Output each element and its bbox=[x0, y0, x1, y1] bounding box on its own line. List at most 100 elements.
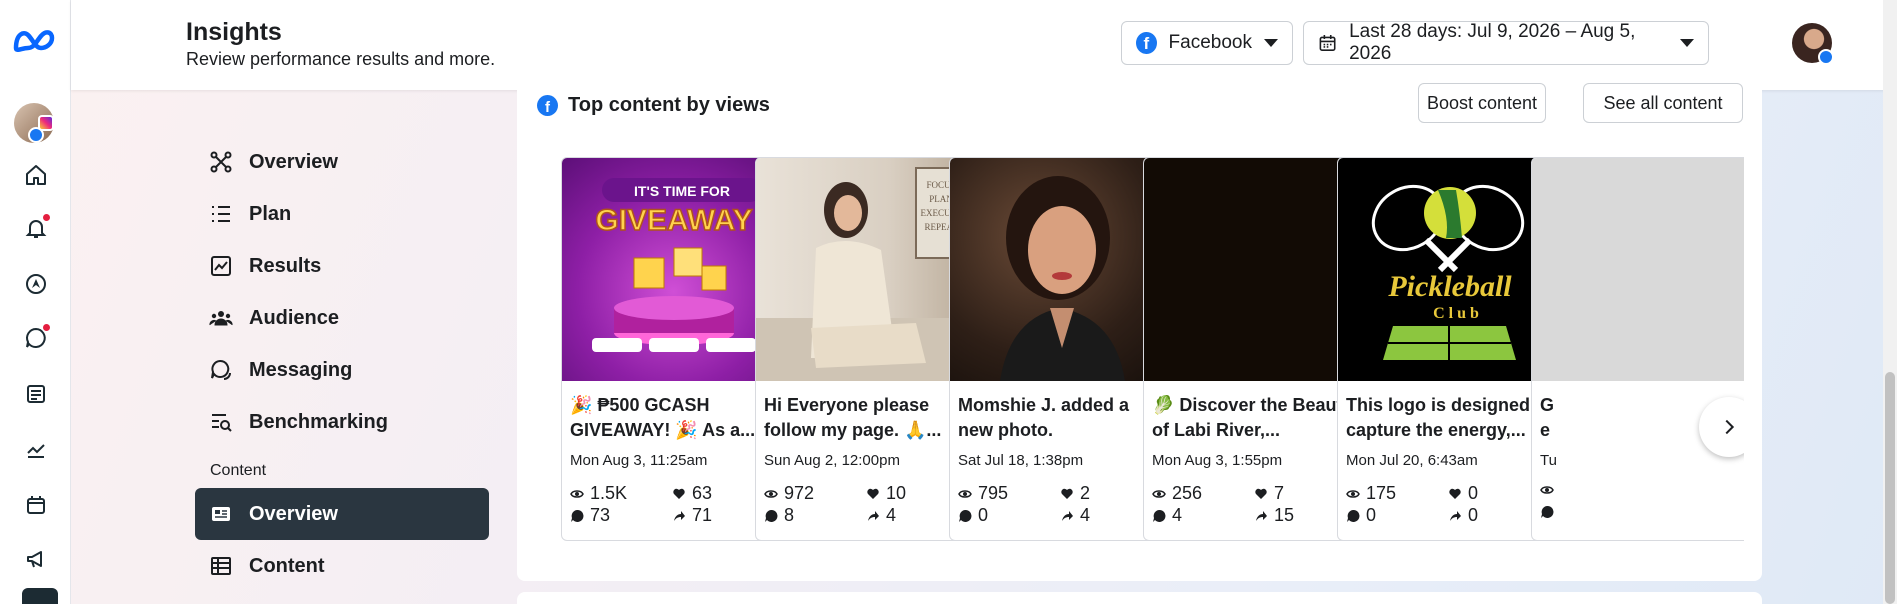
nav-item-benchmarking[interactable]: Benchmarking bbox=[195, 396, 489, 448]
likes-stat: 0 bbox=[1448, 483, 1478, 504]
planner-icon[interactable] bbox=[20, 268, 52, 300]
see-all-content-button[interactable]: See all content bbox=[1583, 83, 1743, 123]
nav-section-content: Content bbox=[210, 462, 267, 479]
post-caption: G e bbox=[1540, 395, 1555, 440]
scrollbar-thumb[interactable] bbox=[1885, 372, 1895, 604]
nav-item-label: Benchmarking bbox=[249, 410, 388, 433]
nav-item-label: Overview bbox=[249, 150, 338, 173]
chevron-right-icon bbox=[1725, 419, 1735, 435]
inbox-icon[interactable] bbox=[20, 322, 52, 354]
content-tile[interactable]: FOCUS PLAN EXECUTE REPEAT Hi Everyone pl… bbox=[755, 157, 980, 541]
eye-icon bbox=[1540, 486, 1554, 494]
comment-icon bbox=[571, 509, 584, 522]
calendar-icon bbox=[1319, 35, 1336, 51]
left-rail bbox=[0, 0, 71, 604]
content-tile[interactable]: 🥬 Discover the Beauty of Labi River,... … bbox=[1143, 157, 1368, 541]
date-range-label: Last 28 days: Jul 9, 2026 – Aug 5, 2026 bbox=[1349, 21, 1636, 64]
comments-stat: 4 bbox=[1152, 505, 1182, 526]
meta-logo[interactable] bbox=[12, 26, 58, 56]
pickleball-logo-artwork: Pickleball C l u b bbox=[1371, 184, 1525, 360]
pickleball-title-text: Pickleball bbox=[1387, 270, 1512, 303]
nav-item-plan[interactable]: Plan bbox=[195, 188, 489, 240]
content-carousel: IT'S TIME FOR GIVEAWAY 🎉 ₱500 GCASH GIVE… bbox=[543, 157, 1744, 557]
nav-item-content-overview[interactable]: Overview bbox=[195, 488, 489, 540]
account-avatar[interactable] bbox=[14, 103, 54, 143]
profile-avatar[interactable] bbox=[1792, 23, 1834, 65]
content-tile[interactable]: Pickleball C l u b This logo is designed… bbox=[1337, 157, 1562, 541]
nav-item-label: Messaging bbox=[249, 358, 353, 381]
facebook-icon bbox=[1818, 49, 1834, 65]
views-stat: 1.5K bbox=[570, 483, 627, 504]
more-tools-tile[interactable] bbox=[22, 588, 58, 604]
views-stat bbox=[1540, 483, 1554, 497]
share-icon bbox=[1256, 510, 1267, 521]
platform-dropdown[interactable]: f Facebook bbox=[1121, 21, 1293, 65]
post-date: Mon Aug 3, 1:55pm bbox=[1152, 452, 1283, 469]
post-thumbnail: FOCUS PLAN EXECUTE REPEAT bbox=[756, 158, 979, 381]
top-content-card: f Top content by views Boost content See… bbox=[517, 75, 1762, 581]
nav-item-results[interactable]: Results bbox=[195, 240, 489, 292]
comment-icon bbox=[959, 509, 972, 522]
likes-stat: 2 bbox=[1060, 483, 1090, 504]
content-overview-icon bbox=[212, 507, 230, 521]
nav-item-label: Overview bbox=[249, 502, 338, 525]
nav-item-messaging[interactable]: Messaging bbox=[195, 344, 489, 396]
nav-item-overview[interactable]: Overview bbox=[195, 136, 489, 188]
content-tile[interactable]: IT'S TIME FOR GIVEAWAY 🎉 ₱500 GCASH GIVE… bbox=[561, 157, 786, 541]
heart-icon bbox=[1449, 488, 1461, 499]
post-thumbnail bbox=[1144, 158, 1367, 381]
heart-icon bbox=[1255, 488, 1267, 499]
post-thumbnail bbox=[1532, 158, 1744, 381]
comment-icon bbox=[1541, 505, 1554, 518]
heart-icon bbox=[867, 488, 879, 499]
share-icon bbox=[674, 510, 685, 521]
inbox-dot bbox=[43, 324, 50, 331]
nav-item-audience[interactable]: Audience bbox=[195, 292, 489, 344]
likes-stat: 7 bbox=[1254, 483, 1284, 504]
results-icon bbox=[211, 256, 231, 276]
nav-item-label: Results bbox=[249, 254, 322, 277]
eye-icon bbox=[570, 489, 584, 498]
comments-stat bbox=[1540, 505, 1554, 519]
home-icon[interactable] bbox=[20, 159, 52, 191]
boost-content-button[interactable]: Boost content bbox=[1418, 83, 1546, 123]
page-subtitle: Review performance results and more. bbox=[186, 49, 496, 69]
content-tile[interactable]: Momshie J. added a new photo. Sat Jul 18… bbox=[949, 157, 1174, 541]
overview-icon bbox=[210, 151, 232, 173]
date-range-dropdown[interactable]: Last 28 days: Jul 9, 2026 – Aug 5, 2026 bbox=[1303, 21, 1709, 65]
likes-stat: 63 bbox=[672, 483, 712, 504]
platform-label: Facebook bbox=[1168, 32, 1252, 53]
notifications-icon[interactable] bbox=[20, 212, 52, 244]
shares-stat: 4 bbox=[866, 505, 896, 526]
insights-icon[interactable] bbox=[20, 433, 52, 465]
facebook-icon: f bbox=[1136, 32, 1157, 54]
pickleball-club-text: C l u b bbox=[1433, 305, 1479, 322]
content-tile[interactable]: G e Tu bbox=[1531, 157, 1744, 541]
shares-stat: 4 bbox=[1060, 505, 1090, 526]
views-stat: 256 bbox=[1152, 483, 1202, 504]
eye-icon bbox=[1346, 489, 1360, 498]
nav-item-label: Plan bbox=[249, 202, 292, 225]
share-icon bbox=[1450, 510, 1461, 521]
facebook-icon bbox=[28, 127, 44, 143]
nav-item-content[interactable]: Content bbox=[195, 540, 489, 592]
content-icon[interactable] bbox=[20, 378, 52, 410]
likes-stat: 10 bbox=[866, 483, 906, 504]
ads-icon[interactable] bbox=[20, 543, 52, 575]
share-icon bbox=[868, 510, 879, 521]
giveaway-title-text: GIVEAWAY bbox=[595, 204, 752, 237]
page-scrollbar[interactable] bbox=[1883, 0, 1897, 604]
audience-icon bbox=[209, 311, 233, 326]
nav-item-label: Content bbox=[249, 554, 325, 577]
post-caption: Hi Everyone please follow my page. 🙏... bbox=[764, 395, 942, 440]
calendar-icon[interactable] bbox=[20, 489, 52, 521]
eye-icon bbox=[1152, 489, 1166, 498]
views-stat: 972 bbox=[764, 483, 814, 504]
post-caption: Momshie J. added a new photo. bbox=[958, 395, 1130, 440]
post-date: Sat Jul 18, 1:38pm bbox=[958, 452, 1084, 469]
page-title: Insights bbox=[186, 18, 282, 46]
post-date: Mon Jul 20, 6:43am bbox=[1346, 452, 1478, 469]
post-date: Tu bbox=[1540, 452, 1557, 469]
eye-icon bbox=[958, 489, 972, 498]
post-thumbnail: Pickleball C l u b bbox=[1338, 158, 1561, 381]
